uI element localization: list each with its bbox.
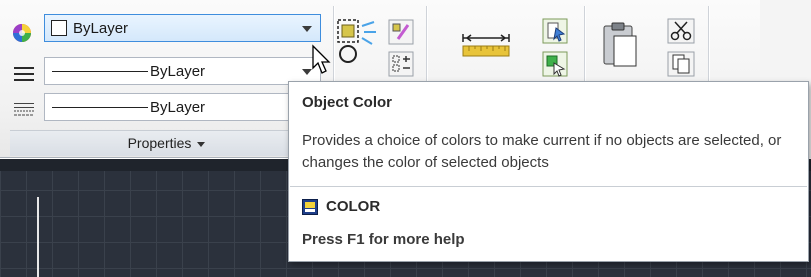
chevron-down-icon: [197, 141, 206, 147]
tooltip-title: Object Color: [302, 94, 393, 111]
linetype-combo-value: ByLayer: [150, 63, 206, 80]
lineweight-combo-value: ByLayer: [150, 99, 206, 116]
linetype-row: ByLayer: [0, 57, 333, 88]
lineweight-row: ByLayer: [0, 93, 333, 124]
lineweight-icon: [14, 103, 34, 116]
color-row: ByLayer: [0, 14, 333, 47]
copy-icon[interactable]: [667, 51, 695, 77]
group-icon[interactable]: [336, 18, 378, 70]
quick-select-icon[interactable]: [542, 51, 568, 77]
lineweight-combo[interactable]: ByLayer: [44, 93, 321, 121]
tooltip-divider: [290, 186, 807, 187]
linetype-combo[interactable]: ByLayer: [44, 57, 321, 85]
paste-icon[interactable]: [600, 22, 640, 70]
chevron-down-icon: [302, 26, 312, 32]
color-swatch: [51, 20, 67, 36]
color-combo[interactable]: ByLayer: [44, 14, 321, 42]
color-command-icon: [302, 199, 318, 215]
tooltip-help: Press F1 for more help: [302, 231, 465, 248]
mouse-cursor-icon: [312, 44, 331, 74]
properties-panel-title[interactable]: Properties: [10, 130, 323, 156]
color-combo-value: ByLayer: [73, 20, 129, 37]
drawn-line: [37, 197, 39, 277]
lineweight-preview: [52, 107, 148, 108]
match-properties-icon[interactable]: [542, 18, 568, 44]
object-color-tooltip: Object Color Provides a choice of colors…: [288, 81, 809, 262]
linetype-icon: [14, 67, 34, 81]
color-wheel-icon: [13, 24, 31, 42]
properties-panel-label: Properties: [127, 135, 192, 151]
cut-icon[interactable]: [667, 18, 695, 44]
measure-icon[interactable]: [459, 30, 513, 60]
tooltip-command: COLOR: [326, 198, 381, 215]
linetype-preview: [52, 71, 148, 72]
group-select-icon[interactable]: [388, 51, 414, 77]
group-edit-icon[interactable]: [388, 19, 414, 45]
tooltip-description: Provides a choice of colors to make curr…: [302, 132, 782, 171]
properties-panel: ByLayer ByLayer ByLayer Properties: [0, 0, 333, 158]
